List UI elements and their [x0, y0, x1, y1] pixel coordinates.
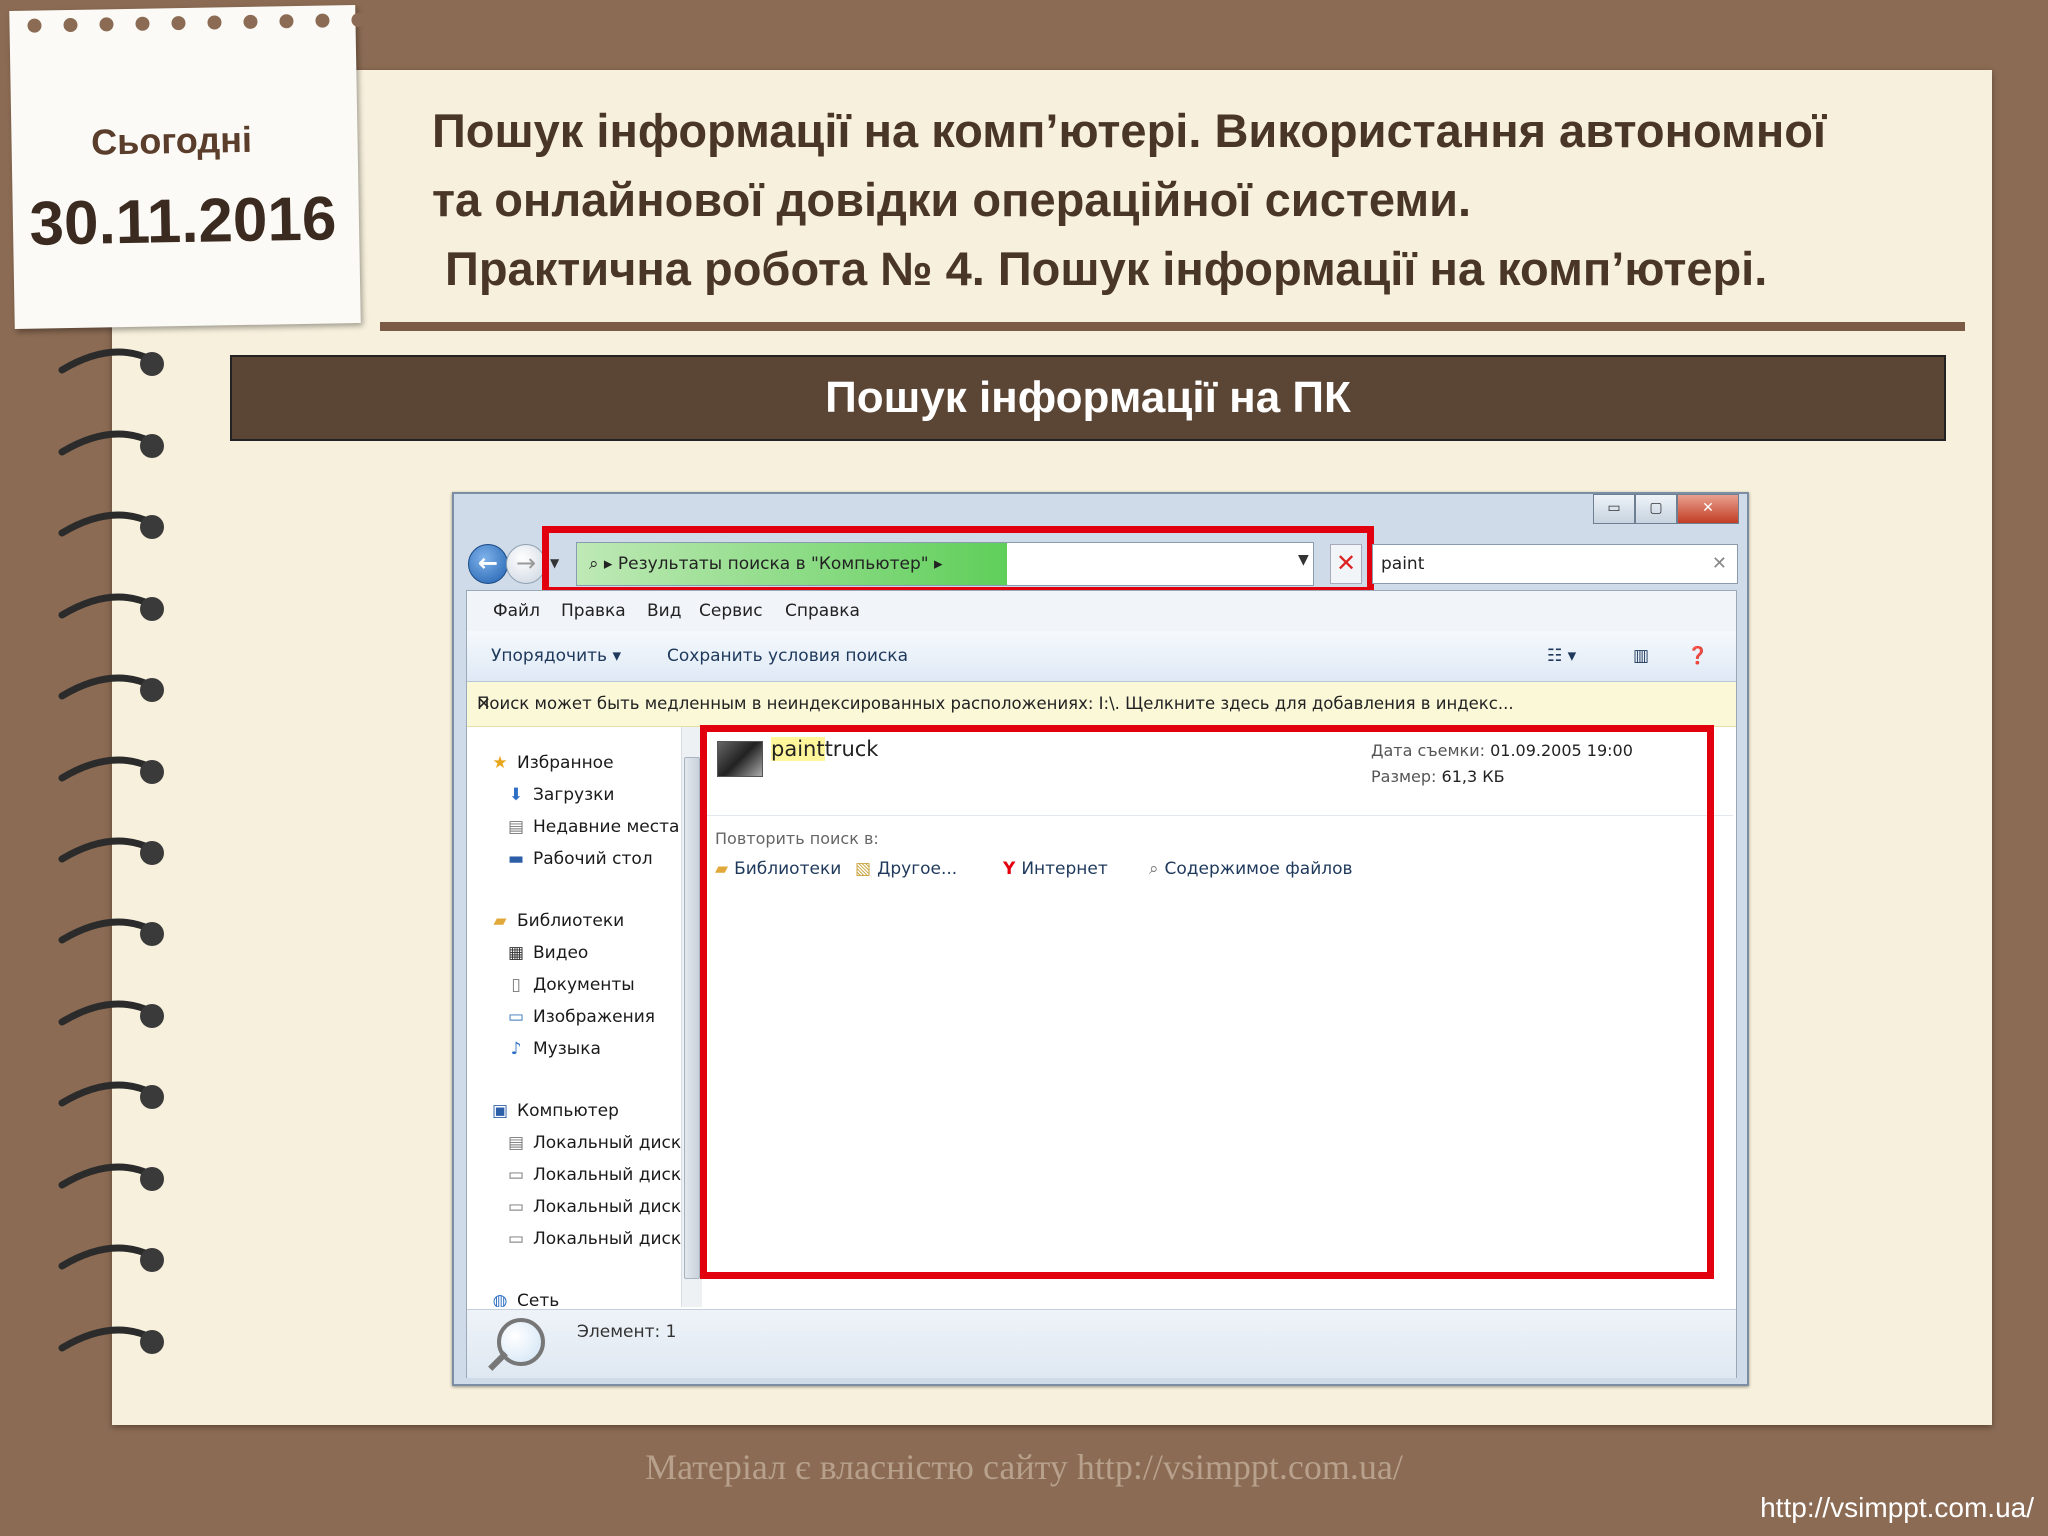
preview-pane-icon[interactable]: ▥ [1633, 631, 1649, 681]
nav-desktop[interactable]: ▬ Рабочий стол [505, 847, 653, 871]
magnifier-handle [488, 1351, 508, 1371]
maximize-button[interactable]: ▢ [1635, 494, 1677, 524]
nav-disk[interactable]: ▭ Локальный диск [505, 1227, 681, 1251]
back-button[interactable]: ← [468, 544, 508, 584]
nav-favorites[interactable]: ★ Избранное [489, 751, 613, 775]
nav-disk[interactable]: ▭ Локальный диск [505, 1195, 681, 1219]
command-bar: Упорядочить ▾ Сохранить условия поиска ☷… [467, 631, 1736, 682]
nav-video[interactable]: ▦ Видео [505, 941, 588, 965]
scrollbar-thumb[interactable] [684, 757, 700, 1279]
organize-button[interactable]: Упорядочить ▾ [491, 631, 621, 681]
date-value: 30.11.2016 [28, 184, 337, 259]
nav-music[interactable]: ♪ Музыка [505, 1037, 601, 1061]
documents-icon: ▯ [511, 975, 521, 995]
nav-libraries[interactable]: ▰ Библиотеки [489, 909, 624, 933]
menu-help[interactable]: Справка [785, 591, 860, 631]
copyright-watermark: Матеріал є власністю сайту http://vsimpp… [645, 1447, 1403, 1487]
nav-network[interactable]: ◍ Сеть [489, 1289, 560, 1307]
card-holes [27, 12, 366, 33]
nav-scrollbar[interactable] [681, 727, 702, 1307]
notebook-spiral [58, 348, 164, 1354]
date-card: Сьогодні 30.11.2016 [9, 5, 366, 329]
nav-recent[interactable]: ▤ Недавние места [505, 815, 679, 839]
menu-view[interactable]: Вид [647, 591, 681, 631]
nav-downloads[interactable]: ⬇ Загрузки [505, 783, 615, 807]
menu-bar: Файл Правка Вид Сервис Справка [467, 591, 1736, 632]
explorer-window: ▭ ▢ ✕ ← → ▼ ⌕ ▸ Результаты поиска в "Ком… [452, 492, 1749, 1386]
libraries-icon: ▰ [493, 911, 507, 931]
status-text: Элемент: 1 [577, 1322, 677, 1342]
slide-title: Пошук інформації на комп’ютері. Використ… [432, 96, 1962, 303]
disk-icon: ▭ [507, 1165, 525, 1185]
images-icon: ▭ [507, 1007, 525, 1027]
network-icon: ◍ [492, 1291, 508, 1307]
search-input[interactable]: paint ✕ [1372, 544, 1738, 584]
recent-places-icon: ▤ [507, 817, 525, 837]
site-url[interactable]: http://vsimppt.com.ua/ [1760, 1492, 2034, 1524]
nav-documents[interactable]: ▯ Документы [505, 973, 634, 997]
help-icon[interactable]: ❓ [1687, 631, 1708, 681]
desktop-icon: ▬ [507, 849, 525, 869]
music-icon: ♪ [510, 1039, 522, 1059]
minimize-button[interactable]: ▭ [1593, 494, 1635, 524]
today-label: Сьогодні [90, 118, 253, 163]
disk-icon: ▭ [507, 1229, 525, 1249]
search-value: paint [1381, 554, 1425, 574]
star-icon: ★ [492, 753, 508, 773]
downloads-icon: ⬇ [508, 785, 524, 805]
caption-buttons: ▭ ▢ ✕ [1593, 494, 1739, 524]
close-warning-icon[interactable]: ✕ [477, 682, 1722, 726]
title-divider [380, 322, 1965, 331]
section-banner: Пошук інформації на ПК [230, 355, 1946, 441]
disk-icon: ▭ [507, 1197, 525, 1217]
save-search-button[interactable]: Сохранить условия поиска [667, 631, 908, 681]
video-icon: ▦ [507, 943, 525, 963]
forward-button[interactable]: → [506, 544, 546, 584]
address-highlight-box [542, 526, 1374, 594]
menu-file[interactable]: Файл [493, 591, 540, 631]
nav-disk[interactable]: ▭ Локальный диск [505, 1163, 681, 1187]
nav-computer[interactable]: ▣ Компьютер [489, 1099, 619, 1123]
menu-edit[interactable]: Правка [561, 591, 626, 631]
title-line: та онлайнової довідки операційної систем… [432, 173, 1472, 226]
details-pane: Элемент: 1 [467, 1309, 1736, 1378]
system-disk-icon: ▤ [507, 1133, 525, 1153]
results-highlight-box [700, 725, 1714, 1279]
computer-icon: ▣ [491, 1101, 509, 1121]
close-button[interactable]: ✕ [1677, 494, 1739, 524]
navigation-pane: ★ Избранное ⬇ Загрузки ▤ Недавние места ▬ Ра… [467, 727, 681, 1307]
title-line: Пошук інформації на комп’ютері. Використ… [432, 104, 1827, 157]
index-warning-bar[interactable]: Поиск может быть медленным в неиндексиро… [467, 682, 1736, 727]
nav-disk[interactable]: ▤ Локальный диск [505, 1131, 681, 1155]
clear-search-icon[interactable]: ✕ [1712, 545, 1727, 583]
title-line: Практична робота № 4. Пошук інформації н… [432, 242, 1768, 295]
nav-images[interactable]: ▭ Изображения [505, 1005, 655, 1029]
menu-tools[interactable]: Сервис [699, 591, 763, 631]
views-icon[interactable]: ☷ ▾ [1547, 631, 1576, 681]
